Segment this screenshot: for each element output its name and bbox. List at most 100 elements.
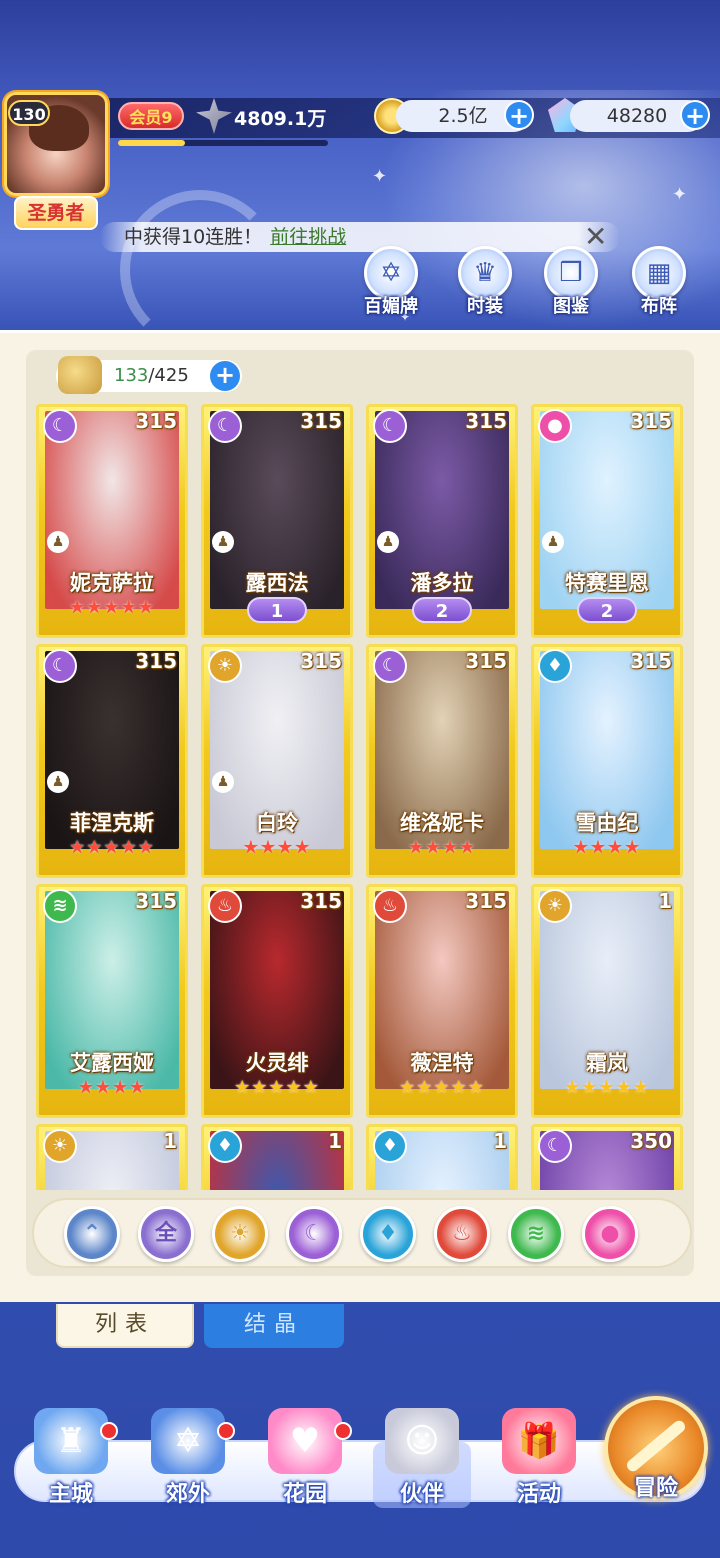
companion-card[interactable]: ☾ 315 ♟ 露西法 1 [201, 404, 353, 638]
companion-count-total: /425 [148, 365, 189, 386]
exp-bar [118, 140, 328, 146]
filter-fire-button[interactable]: ♨ [434, 1206, 490, 1262]
quick-button-label: 布阵 [641, 296, 677, 317]
sun-element-icon: ☀ [43, 1129, 77, 1163]
fire-icon: ♨ [452, 1221, 472, 1246]
companion-card-grid[interactable]: ☾ 315 ♟ 妮克萨拉 ★★★★★ ☾ 315 ♟ 露西法 1 ☾ 315 ♟ 潘多拉 2 ● 315 ♟ 特赛里… [30, 404, 690, 1190]
companion-count-owned: 133 [114, 365, 149, 386]
filter-water-drop-button[interactable]: ♦ [360, 1206, 416, 1262]
castle-icon: ♜ [34, 1408, 108, 1474]
nav-label: 主城 [48, 1482, 93, 1507]
companion-level: 315 [135, 889, 177, 913]
companion-level: 315 [300, 409, 342, 433]
add-gem-button[interactable]: + [680, 100, 710, 130]
companion-stars: ★★★★★ [69, 837, 155, 858]
companion-name: 雪由纪 [575, 811, 639, 835]
moon-element-icon: ☾ [208, 409, 242, 443]
expand-capacity-button[interactable]: + [210, 361, 240, 391]
quick-button-label: 时装 [467, 296, 503, 317]
notification-dot [334, 1422, 352, 1440]
gift-box-icon: 🎁 [502, 1408, 576, 1474]
companion-card[interactable]: ♨ 315 薇涅特 ★★★★★ [366, 884, 518, 1118]
companion-stars: ★★★★★ [564, 1077, 650, 1098]
chess-pawn-icon: ♟ [47, 771, 69, 793]
filter-moon-button[interactable]: ☾ [286, 1206, 342, 1262]
companion-name: 菲涅克斯 [70, 811, 154, 835]
companion-stars: ★★★★★ [399, 1077, 485, 1098]
filter-wind-button[interactable]: ≋ [508, 1206, 564, 1262]
nav-item-outskirts[interactable]: ✡ 郊外 [133, 1408, 243, 1508]
filter-spirit-button[interactable]: ● [582, 1206, 638, 1262]
companion-level: 1 [493, 1129, 507, 1153]
spirit-element-icon: ● [538, 409, 572, 443]
chess-pawn-icon: ♟ [212, 771, 234, 793]
water-element-icon: ♦ [538, 649, 572, 683]
water-element-icon: ♦ [208, 1129, 242, 1163]
sun-element-icon: ☀ [208, 649, 242, 683]
tab-crystal[interactable]: 结晶 [204, 1304, 344, 1348]
companion-card[interactable]: ☾ 315 ♟ 妮克萨拉 ★★★★★ [36, 404, 188, 638]
companion-card[interactable]: ☀ 315 ♟ 白玲 ★★★★ [201, 644, 353, 878]
quick-button-costume[interactable]: ♛ 时装 [450, 246, 520, 318]
spirit-icon: ● [600, 1221, 620, 1246]
companion-name: 霜岚 [586, 1051, 628, 1075]
nav-item-events[interactable]: 🎁 活动 [484, 1408, 594, 1508]
companion-level: 350 [630, 1129, 672, 1153]
companion-card[interactable]: ☀ 1 霜岚 ★★★★★ [531, 884, 683, 1118]
water-drop-icon: ♦ [378, 1221, 398, 1246]
filter-all-button[interactable]: 全 [138, 1206, 194, 1262]
sun-icon: ☀ [230, 1221, 250, 1246]
filter-collapse-arrow-button[interactable]: ⌃ [64, 1206, 120, 1262]
vip-badge[interactable]: 会员9 [118, 102, 184, 130]
heart-icon: ♥ [268, 1408, 342, 1474]
quick-button-gallery[interactable]: ❒ 图鉴 [536, 246, 606, 318]
companion-awaken-rank: 1 [247, 597, 307, 623]
filter-sun-button[interactable]: ☀ [212, 1206, 268, 1262]
combat-power: 4809.1万 [234, 108, 327, 130]
companion-stars: ★★★★ [242, 837, 312, 858]
companion-card[interactable]: ≋ 315 艾露西娅 ★★★★ [36, 884, 188, 1118]
nav-item-garden[interactable]: ♥ 花园 [250, 1408, 360, 1508]
companion-card[interactable]: ☀ 1 [36, 1124, 188, 1190]
companion-card[interactable]: ♨ 315 火灵绯 ★★★★★ [201, 884, 353, 1118]
notification-dot [217, 1422, 235, 1440]
nav-item-main-city[interactable]: ♜ 主城 [16, 1408, 126, 1508]
wind-icon: ≋ [526, 1221, 546, 1246]
companion-level: 315 [465, 649, 507, 673]
companion-card[interactable]: ☾ 315 维洛妮卡 ★★★★ [366, 644, 518, 878]
notification-dot [100, 1422, 118, 1440]
companion-awaken-rank: 2 [577, 597, 637, 623]
companion-card[interactable]: ♦ 1 [366, 1124, 518, 1190]
companion-level: 315 [465, 409, 507, 433]
companion-portrait-icon: ☺ [385, 1408, 459, 1474]
companion-level: 315 [300, 649, 342, 673]
companion-level: 1 [163, 1129, 177, 1153]
nav-label: 郊外 [165, 1482, 210, 1507]
quick-button-charm-cards[interactable]: ✡ 百媚牌 [356, 246, 426, 318]
quick-button-formation[interactable]: ▦ 布阵 [624, 246, 694, 318]
companion-name: 维洛妮卡 [400, 811, 484, 835]
sun-element-icon: ☀ [538, 889, 572, 923]
player-level: 130 [8, 100, 50, 126]
star-icon: ✦ [372, 166, 388, 187]
companion-stars: ★★★★ [572, 837, 642, 858]
companion-card[interactable]: ☾ 315 ♟ 菲涅克斯 ★★★★★ [36, 644, 188, 878]
companion-card[interactable]: ☾ 315 ♟ 潘多拉 2 [366, 404, 518, 638]
chess-pawn-icon: ♟ [377, 531, 399, 553]
nav-item-companions[interactable]: ☺ 伙伴 [367, 1408, 477, 1508]
player-title-badge[interactable]: 圣勇者 [14, 196, 98, 230]
tab-list[interactable]: 列表 [56, 1304, 194, 1348]
notice-link[interactable]: 前往挑战 [270, 226, 346, 248]
moon-element-icon: ☾ [538, 1129, 572, 1163]
companion-level: 1 [658, 889, 672, 913]
moon-decoration [120, 190, 280, 330]
quick-button-label: 图鉴 [553, 296, 589, 317]
moon-element-icon: ☾ [43, 649, 77, 683]
add-gold-button[interactable]: + [504, 100, 534, 130]
companion-card[interactable]: ♦ 315 雪由纪 ★★★★ [531, 644, 683, 878]
companion-card[interactable]: ♦ 1 [201, 1124, 353, 1190]
companion-level: 315 [465, 889, 507, 913]
companion-level: 315 [630, 409, 672, 433]
companion-card[interactable]: ● 315 ♟ 特赛里恩 2 [531, 404, 683, 638]
companion-card[interactable]: ☾ 350 [531, 1124, 683, 1190]
